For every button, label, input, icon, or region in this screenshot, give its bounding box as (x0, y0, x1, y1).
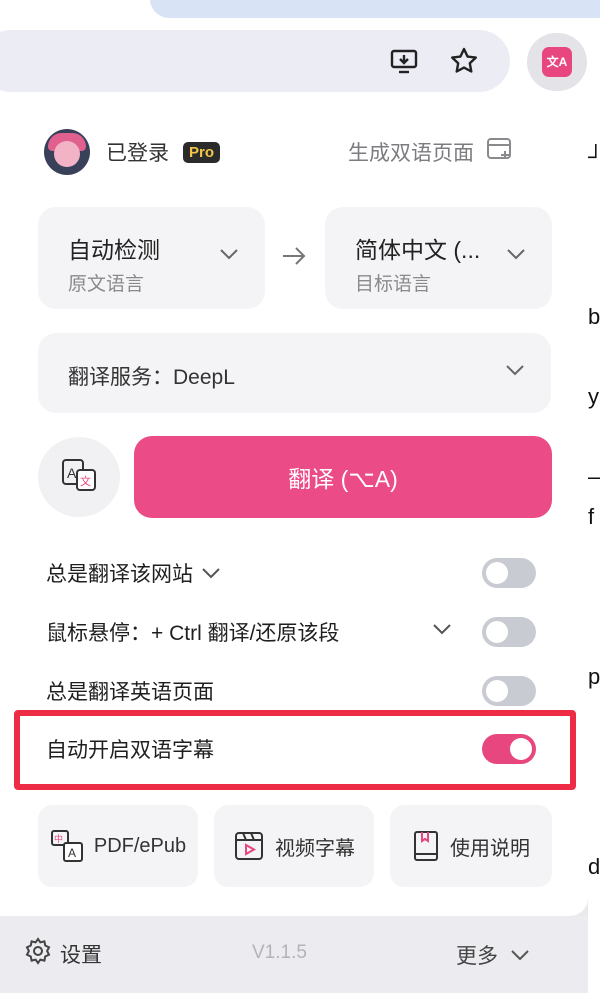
toggle-hover-translate[interactable] (482, 617, 536, 647)
chevron-down-icon[interactable] (432, 622, 452, 640)
translate-extension-button[interactable]: 文A (527, 33, 587, 91)
video-subtitles-button[interactable]: 视频字幕 (214, 805, 374, 887)
svg-text:A: A (68, 846, 76, 860)
settings-button[interactable]: 设置 (24, 937, 102, 971)
option-hover-translate: 鼠标悬停：+ Ctrl 翻译/还原该段 (46, 614, 536, 650)
extension-logo-icon: 文A (542, 47, 572, 77)
address-bar[interactable] (0, 30, 510, 92)
generate-bilingual-page-button[interactable]: 生成双语页面 (348, 136, 514, 168)
option-always-translate-site: 总是翻译该网站 (46, 555, 536, 591)
pdf-epub-button[interactable]: 中 A PDF/ePub (38, 805, 198, 887)
background-page: ┘ b y — f p d (588, 94, 600, 993)
svg-text:A: A (67, 465, 77, 481)
login-status: 已登录 (106, 142, 169, 165)
more-menu-button[interactable]: 更多 (456, 940, 530, 970)
bookmark-star-icon[interactable] (446, 43, 482, 79)
pro-badge: Pro (183, 141, 221, 163)
source-language-value: 自动检测 (68, 237, 160, 263)
avatar[interactable] (44, 129, 90, 175)
chevron-down-icon (219, 247, 239, 265)
highlight-annotation (14, 710, 576, 790)
target-language-value: 简体中文 (... (355, 237, 481, 263)
chevron-down-icon (505, 363, 525, 381)
svg-text:文: 文 (80, 474, 91, 488)
toggle-always-translate-site[interactable] (482, 558, 536, 588)
source-language-select[interactable]: 自动检测 原文语言 (38, 207, 265, 309)
arrow-right-icon (281, 245, 307, 272)
chevron-down-icon (506, 247, 526, 265)
book-icon (412, 830, 440, 862)
new-window-icon (486, 136, 514, 168)
gear-icon (24, 937, 52, 971)
chevron-down-icon (510, 949, 530, 961)
install-app-icon[interactable] (386, 43, 422, 79)
pdf-translate-icon: 中 A (50, 829, 84, 863)
translate-options-button[interactable]: A 文 (38, 437, 120, 517)
option-label: 总是翻译该网站 (46, 563, 193, 586)
pdf-epub-label: PDF/ePub (93, 834, 187, 857)
user-manual-label: 使用说明 (450, 837, 530, 860)
target-language-select[interactable]: 简体中文 (... 目标语言 (325, 207, 552, 309)
svg-text:中: 中 (54, 833, 63, 845)
more-label: 更多 (456, 945, 498, 968)
user-info: 已登录 Pro (44, 128, 221, 176)
version-label: V1.1.5 (252, 942, 307, 963)
translation-service-select[interactable]: 翻译服务：DeepL (38, 333, 551, 413)
chevron-down-icon[interactable] (201, 567, 221, 579)
user-manual-button[interactable]: 使用说明 (390, 805, 552, 887)
video-icon (233, 830, 265, 862)
browser-tab[interactable] (150, 0, 600, 18)
translate-button[interactable]: 翻译 (⌥A) (134, 436, 552, 518)
target-language-caption: 目标语言 (355, 274, 432, 295)
generate-bilingual-label: 生成双语页面 (348, 142, 474, 165)
video-subtitles-label: 视频字幕 (275, 837, 355, 860)
option-always-translate-english: 总是翻译英语页面 (46, 673, 536, 709)
translate-icon: A 文 (61, 458, 97, 497)
settings-label: 设置 (60, 944, 102, 967)
source-language-caption: 原文语言 (68, 274, 145, 295)
option-label: 总是翻译英语页面 (46, 681, 214, 704)
option-label: 鼠标悬停：+ Ctrl 翻译/还原该段 (46, 622, 340, 645)
translation-service-label: 翻译服务：DeepL (68, 366, 235, 389)
toggle-always-translate-english[interactable] (482, 676, 536, 706)
